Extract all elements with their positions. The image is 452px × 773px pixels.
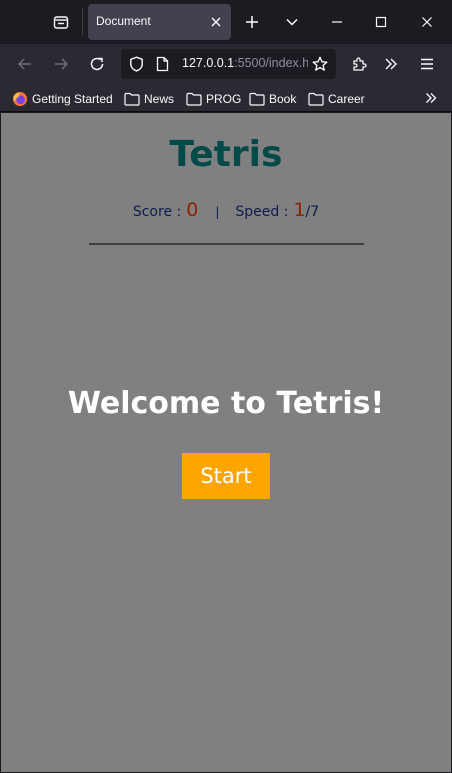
- bookmark-star-button[interactable]: [310, 54, 330, 74]
- minimize-icon: [331, 16, 343, 28]
- puzzle-icon: [351, 56, 367, 72]
- folder-icon: [186, 92, 202, 106]
- speed-label: Speed :: [235, 204, 289, 220]
- arrow-right-icon: [53, 56, 69, 72]
- star-icon: [312, 56, 328, 72]
- bookmark-label: Getting Started: [32, 92, 113, 106]
- tracking-protection-shield-icon[interactable]: [127, 55, 145, 73]
- app-menu-button[interactable]: [413, 50, 441, 78]
- tab-strip-spacer: [0, 0, 42, 44]
- double-chevron-right-icon: [383, 56, 399, 72]
- bookmark-getting-started[interactable]: Getting Started: [12, 90, 113, 108]
- reload-button[interactable]: [83, 50, 111, 78]
- page-info-icon[interactable]: [153, 55, 171, 73]
- bookmark-folder-book[interactable]: Book: [249, 90, 296, 108]
- bookmark-label: Book: [269, 92, 297, 106]
- folder-icon: [249, 92, 265, 106]
- tab-strip: Document: [0, 0, 452, 44]
- stats-separator: |: [215, 205, 220, 219]
- bookmark-label: News: [144, 92, 175, 106]
- tab-document[interactable]: Document: [88, 4, 231, 40]
- folder-icon: [124, 92, 140, 106]
- back-button[interactable]: [11, 50, 39, 78]
- speed-max: /7: [305, 204, 320, 220]
- close-window-button[interactable]: [412, 8, 442, 36]
- bookmark-folder-prog[interactable]: PROG: [186, 90, 241, 108]
- arrow-left-icon: [17, 56, 33, 72]
- close-icon: [421, 16, 433, 28]
- navigation-toolbar: 127.0.0.1:5500/index.html: [0, 44, 452, 84]
- minimize-window-button[interactable]: [322, 8, 352, 36]
- firefox-view-button[interactable]: [44, 6, 78, 38]
- double-chevron-right-icon: [424, 91, 438, 105]
- address-bar[interactable]: 127.0.0.1:5500/index.html: [121, 49, 336, 79]
- bookmarks-toolbar: Getting Started News PROG Book Career: [0, 84, 452, 112]
- chevron-down-icon: [285, 15, 299, 29]
- maximize-window-button[interactable]: [366, 8, 396, 36]
- score-label: Score :: [132, 204, 182, 220]
- url-host: 127.0.0.1: [182, 56, 235, 70]
- bookmark-folder-news[interactable]: News: [124, 90, 174, 108]
- score-value: 0: [186, 199, 199, 221]
- start-button[interactable]: Start: [182, 453, 270, 499]
- list-all-tabs-button[interactable]: [278, 8, 306, 36]
- new-tab-button[interactable]: [238, 8, 266, 36]
- overflow-menu-button[interactable]: [377, 50, 405, 78]
- tab-strip-divider: [82, 8, 83, 36]
- bookmark-folder-career[interactable]: Career: [308, 90, 365, 108]
- close-icon: [211, 17, 221, 27]
- maximize-icon: [375, 16, 387, 28]
- tab-close-button[interactable]: [207, 13, 225, 31]
- extensions-button[interactable]: [345, 50, 373, 78]
- url-text[interactable]: 127.0.0.1:5500/index.html: [182, 56, 308, 70]
- url-path: :5500/index.html: [234, 56, 308, 70]
- game-stats: Score : 0 | Speed : 1 /7: [1, 199, 451, 225]
- hamburger-menu-icon: [420, 58, 434, 70]
- header-divider: [89, 243, 364, 245]
- folder-icon: [308, 92, 324, 106]
- bookmark-label: Career: [328, 92, 365, 106]
- tab-title: Document: [96, 14, 151, 28]
- reload-icon: [89, 56, 105, 72]
- forward-button[interactable]: [47, 50, 75, 78]
- web-page-viewport: Tetris Score : 0 | Speed : 1 /7 Welcome …: [1, 113, 451, 772]
- plus-icon: [245, 15, 259, 29]
- bookmarks-overflow-button[interactable]: [420, 88, 442, 108]
- game-title: Tetris: [169, 134, 283, 175]
- welcome-message: Welcome to Tetris!: [67, 386, 385, 421]
- speed-value: 1: [293, 199, 306, 221]
- firefox-view-icon: [53, 14, 69, 30]
- firefox-icon: [12, 91, 28, 107]
- bookmark-label: PROG: [206, 92, 242, 106]
